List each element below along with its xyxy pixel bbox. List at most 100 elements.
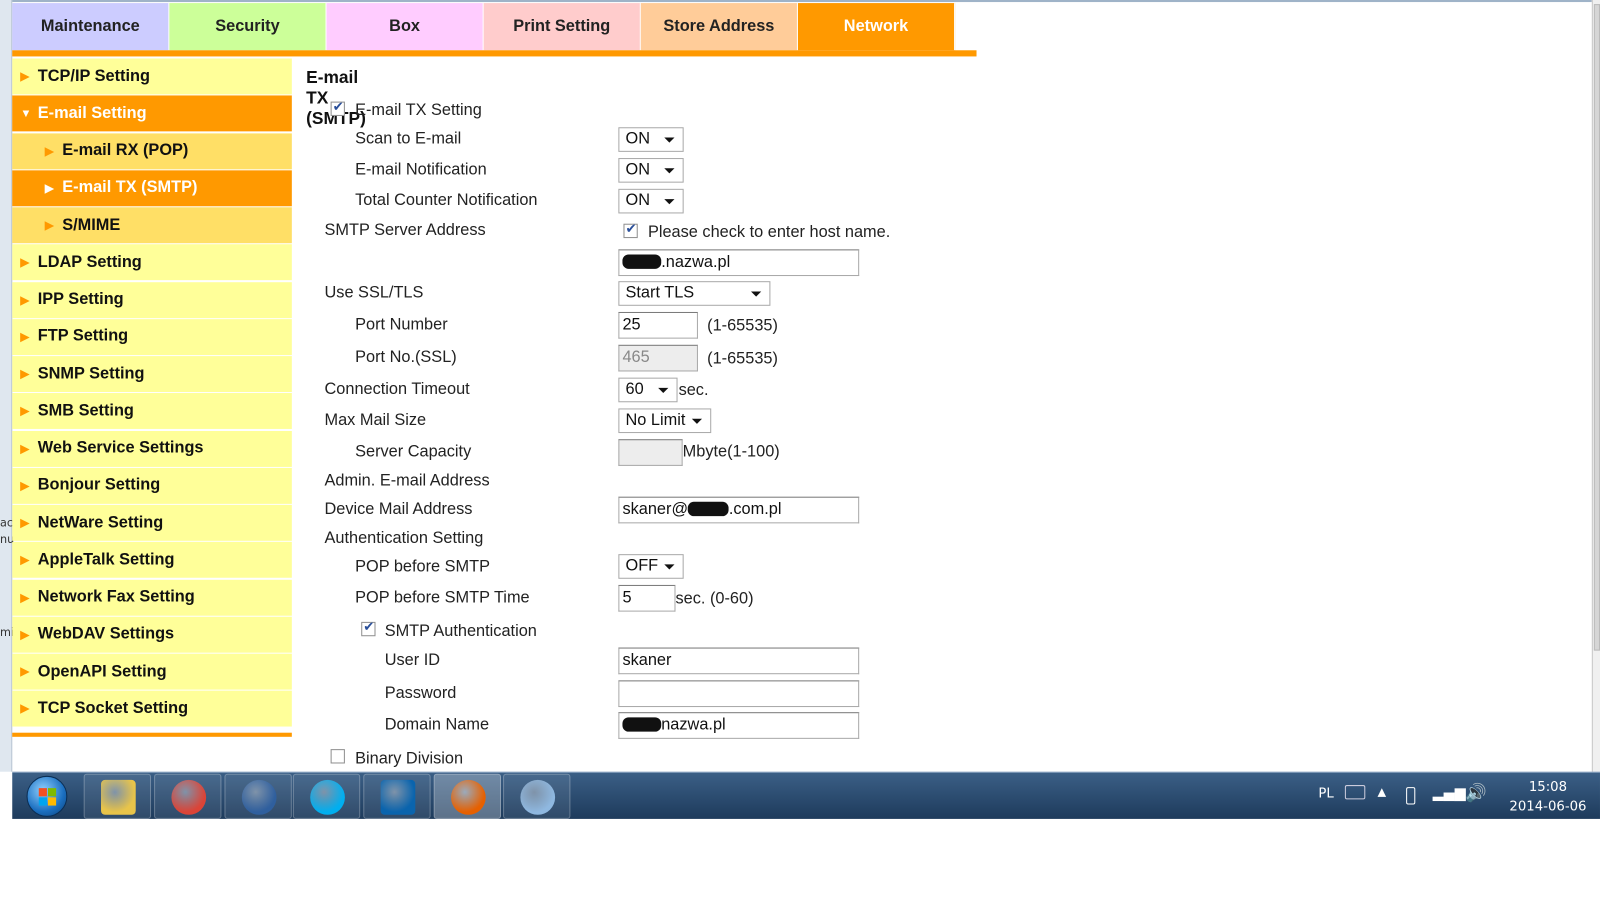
tab-underline — [12, 50, 977, 57]
background-window-edge: ac nu mi — [0, 0, 14, 772]
clock-time: 15:08 — [1528, 779, 1568, 796]
taskbar-button-paint[interactable] — [503, 773, 571, 819]
expanded-triangle-icon: ▼ — [20, 107, 32, 120]
smtp-authentication-checkbox[interactable] — [361, 620, 376, 637]
sidebar-item-appletalk-setting[interactable]: ▶ AppleTalk Setting — [12, 542, 292, 579]
volume-icon[interactable]: 🔊 — [1465, 783, 1487, 830]
sidebar-item-web-service-settings[interactable]: ▶ Web Service Settings — [12, 430, 292, 467]
email-notification-select[interactable]: ON — [618, 158, 684, 183]
sidebar-item-label: NetWare Setting — [37, 513, 164, 532]
taskbar-button-file-explorer[interactable] — [83, 773, 152, 819]
smtp-server-address-value: .nazwa.pl — [661, 253, 731, 271]
triangle-right-icon: ▶ — [20, 591, 30, 604]
server-capacity-input — [618, 439, 683, 466]
redacted-mark — [622, 254, 662, 269]
email-tx-setting-checkbox[interactable] — [330, 100, 345, 116]
binary-division-checkbox[interactable] — [330, 749, 345, 764]
taskbar-button-firefox[interactable] — [433, 773, 502, 819]
keyboard-icon[interactable] — [1344, 785, 1366, 800]
sidebar-item-label: E-mail Setting — [37, 104, 147, 122]
battery-icon[interactable] — [1406, 787, 1416, 805]
network-signal-icon[interactable]: ▂▄▆ — [1433, 785, 1466, 832]
pop-before-smtp-select[interactable]: OFF — [618, 554, 684, 579]
triangle-right-icon: ▶ — [44, 219, 54, 232]
sidebar-item-netware-setting[interactable]: ▶ NetWare Setting — [12, 504, 292, 541]
sidebar-menu: ▶ TCP/IP Setting ▼ E-mail Setting ▶ E-mail RX… — [12, 58, 292, 728]
smtp-server-address-label: SMTP Server Address — [324, 221, 486, 240]
sidebar-item-ftp-setting[interactable]: ▶ FTP Setting — [12, 318, 292, 355]
scan-to-email-select[interactable]: ON — [618, 127, 684, 152]
tab-store-address[interactable]: Store Address — [640, 3, 798, 51]
scan-to-email-label: Scan to E-mail — [355, 130, 462, 148]
connection-timeout-select[interactable]: 60 — [618, 377, 678, 403]
taskbar-button-thunderbird[interactable] — [224, 773, 292, 819]
port-ssl-label: Port No.(SSL) — [355, 348, 457, 367]
background-text-fragment: ac — [0, 516, 14, 530]
sidebar-item-network-fax-setting[interactable]: ▶ Network Fax Setting — [12, 579, 292, 616]
sidebar-item-smb-setting[interactable]: ▶ SMB Setting — [12, 393, 292, 430]
sidebar-item-label: WebDAV Settings — [37, 625, 175, 643]
host-name-checkbox[interactable] — [623, 222, 638, 239]
sidebar-item-ipp-setting[interactable]: ▶ IPP Setting — [12, 281, 292, 318]
sidebar-item-s-mime[interactable]: ▶ S/MIME — [12, 207, 292, 244]
tab-label: Print Setting — [513, 17, 611, 35]
vertical-scrollbar[interactable] — [1591, 0, 1600, 772]
thunderbird-icon — [241, 779, 277, 815]
sidebar-item-label: FTP Setting — [37, 327, 129, 346]
tab-security[interactable]: Security — [169, 3, 327, 51]
tab-box[interactable]: Box — [326, 3, 484, 51]
password-input[interactable] — [618, 680, 860, 708]
sidebar-item-ldap-setting[interactable]: ▶ LDAP Setting — [12, 244, 292, 281]
system-clock[interactable]: 15:08 2014-06-06 — [1504, 778, 1592, 817]
sidebar-item-e-mail-tx-smtp[interactable]: ▶ E-mail TX (SMTP) — [12, 170, 292, 207]
port-number-input[interactable]: 25 — [618, 311, 698, 339]
domain-name-input[interactable]: nazwa.pl — [618, 712, 860, 739]
chrome-icon — [171, 779, 207, 815]
paint-icon — [520, 779, 556, 815]
smtp-server-address-input[interactable]: .nazwa.pl — [618, 249, 860, 277]
start-button[interactable] — [26, 775, 68, 817]
triangle-right-icon: ▶ — [44, 145, 54, 158]
sidebar-bottom-border — [12, 732, 292, 737]
tab-print-setting[interactable]: Print Setting — [483, 3, 641, 51]
admin-email-address-label: Admin. E-mail Address — [324, 472, 490, 490]
sidebar-item-label: OpenAPI Setting — [37, 662, 167, 680]
use-ssl-tls-select[interactable]: Start TLS — [618, 281, 771, 306]
clock-date: 2014-06-06 — [1509, 799, 1587, 815]
pop-before-smtp-time-input[interactable]: 5 — [618, 584, 676, 612]
triangle-right-icon: ▶ — [20, 554, 30, 567]
tab-network[interactable]: Network — [797, 3, 956, 51]
sidebar-item-tcp-ip-setting[interactable]: ▶ TCP/IP Setting — [12, 58, 292, 95]
redacted-mark — [622, 717, 662, 732]
triangle-right-icon: ▶ — [20, 666, 30, 679]
device-mail-prefix: skaner@ — [622, 500, 689, 519]
server-capacity-unit: Mbyte(1-100) — [682, 443, 780, 461]
sidebar-item-bonjour-setting[interactable]: ▶ Bonjour Setting — [12, 467, 292, 504]
sidebar-item-e-mail-setting[interactable]: ▼ E-mail Setting — [12, 95, 292, 132]
sidebar-item-snmp-setting[interactable]: ▶ SNMP Setting — [12, 356, 292, 393]
scrollbar-thumb[interactable] — [1593, 4, 1600, 651]
smtp-authentication-label: SMTP Authentication — [384, 622, 537, 641]
pop-before-smtp-time-unit: sec. (0-60) — [675, 590, 754, 608]
max-mail-size-select[interactable]: No Limit — [618, 408, 712, 434]
sidebar-item-webdav-settings[interactable]: ▶ WebDAV Settings — [12, 616, 292, 653]
taskbar-button-skype[interactable] — [292, 773, 361, 819]
taskbar-button-chrome[interactable] — [154, 773, 222, 819]
sidebar-item-e-mail-rx-pop[interactable]: ▶ E-mail RX (POP) — [12, 132, 292, 169]
binary-division-label: Binary Division — [355, 750, 464, 768]
pop-before-smtp-time-label: POP before SMTP Time — [355, 589, 530, 607]
skype-icon — [310, 779, 345, 815]
max-mail-size-label: Max Mail Size — [324, 411, 427, 429]
user-id-input[interactable]: skaner — [618, 647, 860, 675]
total-counter-notification-select[interactable]: ON — [618, 188, 684, 214]
show-hidden-icons-icon[interactable]: ▲ — [1378, 785, 1387, 832]
sidebar-item-tcp-socket-setting[interactable]: ▶ TCP Socket Setting — [12, 690, 292, 727]
pop-before-smtp-label: POP before SMTP — [355, 558, 490, 576]
file-explorer-icon — [101, 779, 136, 815]
tab-maintenance[interactable]: Maintenance — [12, 3, 170, 51]
device-mail-address-input[interactable]: skaner@ .com.pl — [618, 496, 860, 524]
taskbar-button-outlook[interactable] — [363, 773, 431, 819]
language-indicator[interactable]: PL — [1318, 786, 1333, 833]
sidebar-item-openapi-setting[interactable]: ▶ OpenAPI Setting — [12, 653, 292, 690]
sidebar-item-label: S/MIME — [62, 216, 121, 234]
